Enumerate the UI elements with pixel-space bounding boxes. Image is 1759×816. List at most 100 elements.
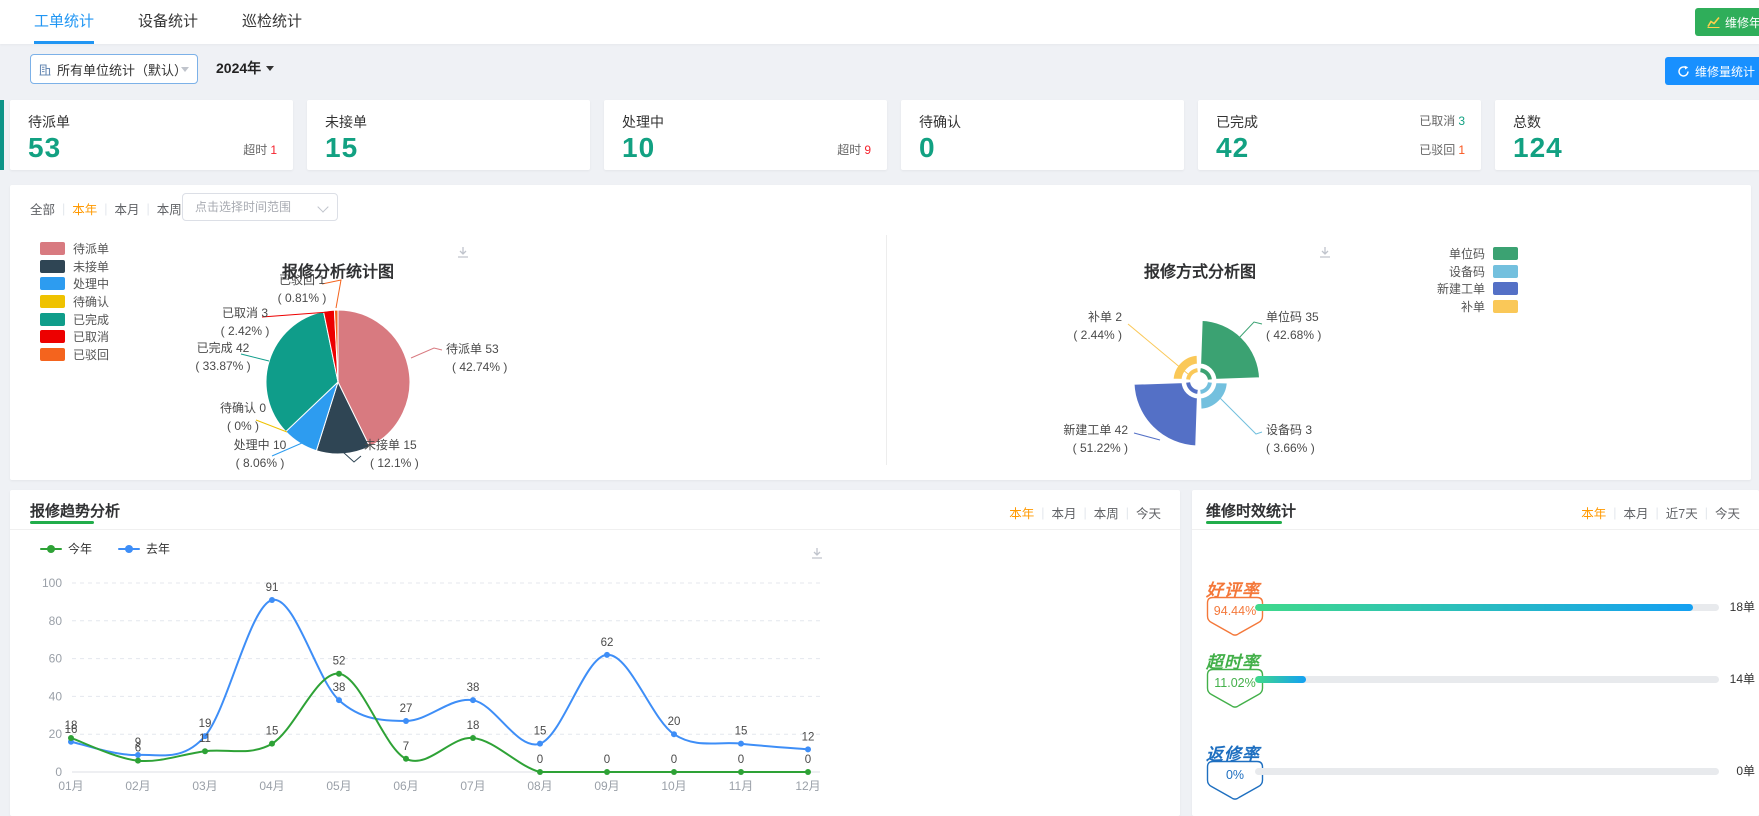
tab-工单统计[interactable]: 工单统计 — [34, 0, 95, 44]
unit-select[interactable]: 所有单位统计（默认） — [30, 54, 198, 84]
data-label: 20 — [668, 716, 681, 728]
stat-extra-已取消: 已取消 3 — [1419, 114, 1465, 128]
rose-label-pct: ( 2.44% ) — [1073, 328, 1122, 342]
pie-label-pct: ( 42.74% ) — [452, 360, 507, 374]
time-tab-本年[interactable]: 本年 — [1002, 503, 1041, 522]
data-label: 15 — [735, 726, 748, 738]
rose-petal-新建工单[interactable] — [1131, 380, 1200, 449]
time-tab-本月[interactable]: 本月 — [1617, 503, 1656, 522]
data-point[interactable] — [470, 734, 476, 741]
tab-设备统计[interactable]: 设备统计 — [138, 0, 198, 44]
data-label: 0 — [537, 754, 543, 766]
data-point[interactable] — [470, 697, 476, 704]
data-label: 18 — [467, 720, 480, 732]
data-point[interactable] — [269, 597, 275, 604]
x-tick-label: 12月 — [795, 779, 820, 793]
trend-legend-去年[interactable]: 去年 — [118, 540, 170, 557]
eff-row-超时率: 超时率 11.02% 14单 — [1206, 648, 1755, 720]
year-select[interactable]: 2024年 — [216, 58, 275, 78]
data-point[interactable] — [805, 769, 811, 775]
pie-label-pct: ( 2.42% ) — [221, 324, 270, 338]
title-underline — [30, 521, 94, 524]
data-point[interactable] — [336, 670, 342, 677]
x-tick-label: 09月 — [594, 779, 619, 793]
time-tab-本周[interactable]: 本周 — [1087, 503, 1126, 522]
svg-text:94.44%: 94.44% — [1214, 604, 1256, 618]
stat-card-处理中: 处理中 10 超时 9 — [604, 100, 887, 170]
data-label: 62 — [601, 637, 614, 649]
trend-chart-canvas: 02040608010001月 02月 03月 04月 05月 06月 07月 08月 09月 1… — [42, 576, 821, 793]
rose-center-ring — [1200, 382, 1212, 394]
time-tab-本月[interactable]: 本月 — [1044, 503, 1083, 522]
data-label: 6 — [135, 743, 141, 755]
volume-stats-label: 维修量统计 — [1694, 64, 1755, 79]
trend-legend-今年[interactable]: 今年 — [40, 540, 92, 557]
building-icon — [39, 63, 51, 76]
data-point[interactable] — [269, 740, 275, 747]
data-point[interactable] — [671, 769, 677, 775]
y-tick-label: 100 — [42, 576, 62, 590]
download-icon[interactable] — [810, 546, 824, 560]
efficiency-card: 维修时效统计 本年 | 本月 | 近7天 | 今天 好评率 94.44% 18单 超时率 11.02… — [1192, 490, 1759, 816]
y-tick-label: 80 — [49, 614, 63, 628]
data-point[interactable] — [671, 731, 677, 738]
data-label: 15 — [534, 726, 547, 738]
data-point[interactable] — [537, 740, 543, 747]
stat-label: 处理中 — [622, 114, 664, 130]
pie-label-未接单: 未接单 15 — [364, 437, 417, 452]
data-label: 38 — [333, 682, 346, 694]
data-label: 18 — [65, 720, 78, 732]
tab-巡检统计[interactable]: 巡检统计 — [242, 0, 302, 44]
data-point[interactable] — [68, 734, 74, 741]
eff-count-label: 14单 — [1729, 672, 1755, 686]
data-label: 0 — [604, 754, 610, 766]
eff-progress-track — [1255, 676, 1719, 683]
title-underline — [1206, 521, 1282, 524]
x-tick-label: 05月 — [326, 779, 351, 793]
volume-stats-button[interactable]: 维修量统计 — [1664, 57, 1759, 85]
data-point[interactable] — [403, 755, 409, 762]
series-line-今年 — [70, 672, 808, 773]
pie-label-待确认: 待确认 0 — [220, 401, 266, 415]
rose-center-ring — [1186, 382, 1198, 394]
time-tab-近7天[interactable]: 近7天 — [1659, 503, 1705, 522]
eff-badge-shield: 11.02% — [1206, 668, 1264, 708]
time-tab-今天[interactable]: 今天 — [1708, 503, 1747, 522]
data-point[interactable] — [604, 651, 610, 658]
time-tab-今天[interactable]: 今天 — [1129, 503, 1168, 522]
data-point[interactable] — [738, 740, 744, 747]
stat-value: 15 — [325, 132, 359, 163]
data-point[interactable] — [738, 769, 744, 775]
rose-petal-补单[interactable] — [1170, 352, 1200, 382]
data-label: 19 — [199, 718, 212, 730]
rose-label-pct: ( 3.66% ) — [1266, 441, 1315, 455]
year-report-button[interactable]: 维修年报 — [1694, 8, 1759, 36]
pie-charts-card: 全部|本年|本月|本周|今天 点击选择时间范围 报修分析统计图 报修方式分析图 … — [10, 185, 1751, 480]
y-tick-label: 60 — [49, 652, 63, 666]
data-label: 11 — [199, 733, 211, 745]
data-point[interactable] — [604, 769, 610, 775]
data-point[interactable] — [537, 769, 543, 775]
chart-icon — [1707, 16, 1720, 28]
eff-badge-shield: 94.44% — [1206, 596, 1264, 636]
data-point[interactable] — [805, 746, 811, 753]
data-point[interactable] — [336, 697, 342, 704]
time-tab-本年[interactable]: 本年 — [1574, 503, 1613, 522]
svg-text:0%: 0% — [1226, 768, 1244, 782]
data-point[interactable] — [202, 748, 208, 755]
rose-label-leader — [1127, 323, 1189, 375]
svg-text:11.02%: 11.02% — [1214, 676, 1255, 690]
rose-label-leader — [1133, 432, 1161, 441]
x-tick-label: 02月 — [125, 779, 150, 793]
data-point[interactable] — [403, 717, 409, 724]
series-line-去年 — [70, 598, 809, 757]
data-point[interactable] — [135, 757, 141, 764]
trend-card-header: 报修趋势分析 本年 | 本月 | 本周 | 今天 — [10, 490, 1180, 530]
refresh-icon — [1678, 65, 1689, 77]
data-label: 38 — [467, 682, 480, 694]
rose-petal-单位码[interactable] — [1198, 317, 1263, 382]
eff-progress-fill — [1255, 676, 1307, 683]
rose-petal-设备码[interactable] — [1198, 380, 1230, 412]
legend-label: 去年 — [146, 542, 171, 556]
eff-row-返修率: 返修率 0% 0单 — [1206, 740, 1755, 812]
